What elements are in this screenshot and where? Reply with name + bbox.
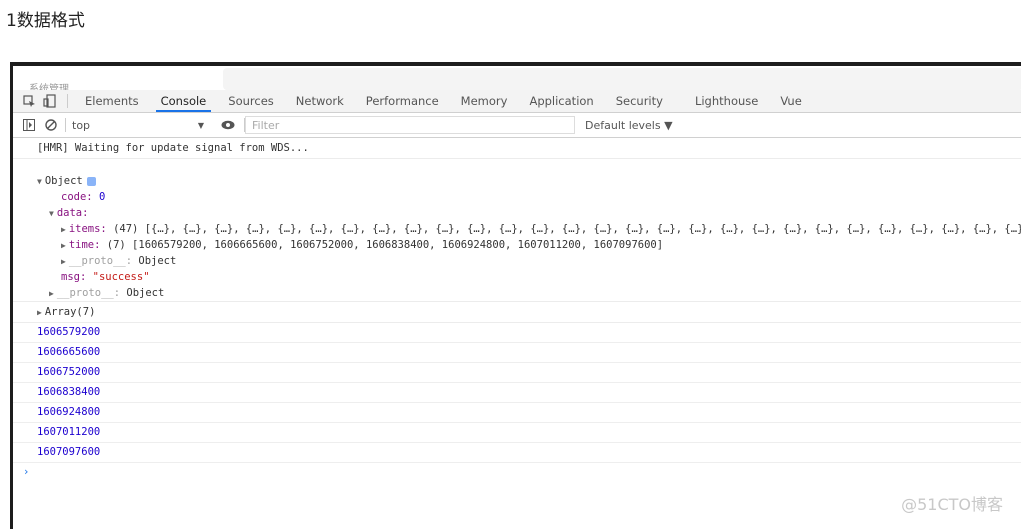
items-key: items: [68, 223, 107, 235]
array-label: Array(7) [44, 306, 96, 318]
code-key: code: [61, 191, 93, 203]
tab-sources[interactable]: Sources [217, 90, 285, 112]
collapse-triangle-icon[interactable]: ▶ [61, 241, 66, 250]
sidebar-toggle-icon[interactable] [21, 117, 37, 133]
object-code: code: 0 [13, 189, 1021, 205]
object-data-proto[interactable]: ▶ __proto__: Object [13, 253, 1021, 269]
clear-console-icon[interactable] [43, 117, 59, 133]
object-items[interactable]: ▶ items: (47) [{…}, {…}, {…}, {…}, {…}, {… [13, 221, 1021, 237]
object-time[interactable]: ▶ time: (7) [1606579200, 1606665600, 1606… [13, 237, 1021, 253]
window-crumb: 系统管理 [29, 84, 69, 90]
info-icon[interactable] [86, 176, 96, 186]
log-levels-dropdown[interactable]: Default levels ▼ [585, 119, 673, 132]
filter-input[interactable]: Filter [245, 116, 575, 134]
items-value: (47) [{…}, {…}, {…}, {…}, {…}, {…}, {…},… [113, 223, 1021, 235]
tab-network[interactable]: Network [285, 90, 355, 112]
tab-vue[interactable]: Vue [769, 90, 812, 112]
dropdown-arrow-icon: ▼ [197, 120, 204, 130]
expand-triangle-icon[interactable]: ▼ [49, 209, 54, 218]
collapse-triangle-icon[interactable]: ▶ [37, 308, 42, 317]
proto-key: __proto__: [68, 255, 133, 267]
collapse-triangle-icon[interactable]: ▶ [49, 289, 54, 298]
tab-performance[interactable]: Performance [355, 90, 450, 112]
tab-elements[interactable]: Elements [74, 90, 150, 112]
toolbar-divider [65, 118, 66, 132]
toolbar-divider [67, 94, 68, 108]
collapse-triangle-icon[interactable]: ▶ [61, 257, 66, 266]
tab-memory[interactable]: Memory [450, 90, 519, 112]
proto-value: Object [138, 255, 177, 267]
device-toolbar-icon[interactable] [41, 93, 57, 109]
msg-key: msg: [61, 271, 87, 283]
timestamp-line: 1606665600 [13, 343, 1021, 363]
array-summary[interactable]: ▶ Array(7) [13, 302, 1021, 323]
watermark: @51CTO博客 [901, 495, 1003, 514]
tab-security[interactable]: Security [605, 90, 674, 112]
console-prompt[interactable]: › [13, 463, 1021, 481]
console-toolbar: top ▼ Filter Default levels ▼ [13, 113, 1021, 138]
object-label: Object [44, 175, 83, 187]
time-value: (7) [1606579200, 1606665600, 1606752000,… [106, 239, 664, 251]
devtools-tabbar: Elements Console Sources Network Perform… [13, 90, 1021, 113]
browser-top-strip: 系统管理 [13, 66, 1021, 90]
timestamp-line: 1606579200 [13, 323, 1021, 343]
data-key: data: [56, 207, 89, 219]
timestamp-line: 1607097600 [13, 443, 1021, 463]
context-label: top [72, 118, 91, 132]
object-data[interactable]: ▼ data: [13, 205, 1021, 221]
address-bar[interactable] [223, 68, 1021, 90]
page-heading: 1数据格式 [6, 11, 85, 31]
inspect-element-icon[interactable] [21, 93, 37, 109]
time-key: time: [68, 239, 101, 251]
live-expression-eye-icon[interactable] [220, 117, 236, 133]
tab-lighthouse[interactable]: Lighthouse [684, 90, 769, 112]
filter-placeholder: Filter [252, 118, 280, 132]
proto-value: Object [126, 287, 165, 299]
code-value: 0 [98, 191, 106, 203]
proto-key: __proto__: [56, 287, 121, 299]
console-output: [HMR] Waiting for update signal from WDS… [13, 138, 1021, 481]
devtools-window: 系统管理 Elements Console Sources Network Pe… [10, 62, 1021, 529]
object-root-proto[interactable]: ▶ __proto__: Object [13, 285, 1021, 302]
console-message-hmr: [HMR] Waiting for update signal from WDS… [13, 138, 1021, 159]
tab-console[interactable]: Console [150, 90, 218, 112]
collapse-triangle-icon[interactable]: ▶ [61, 225, 66, 234]
timestamp-line: 1606838400 [13, 383, 1021, 403]
tab-application[interactable]: Application [518, 90, 604, 112]
timestamp-line: 1606752000 [13, 363, 1021, 383]
object-msg: msg: "success" [13, 269, 1021, 285]
hmr-text: [HMR] Waiting for update signal from WDS… [37, 142, 309, 154]
expand-triangle-icon[interactable]: ▼ [37, 177, 42, 186]
timestamp-line: 1606924800 [13, 403, 1021, 423]
context-selector[interactable]: top ▼ [68, 115, 208, 135]
msg-value: "success" [92, 271, 150, 283]
object-root[interactable]: ▼ Object [13, 173, 1021, 189]
timestamp-line: 1607011200 [13, 423, 1021, 443]
